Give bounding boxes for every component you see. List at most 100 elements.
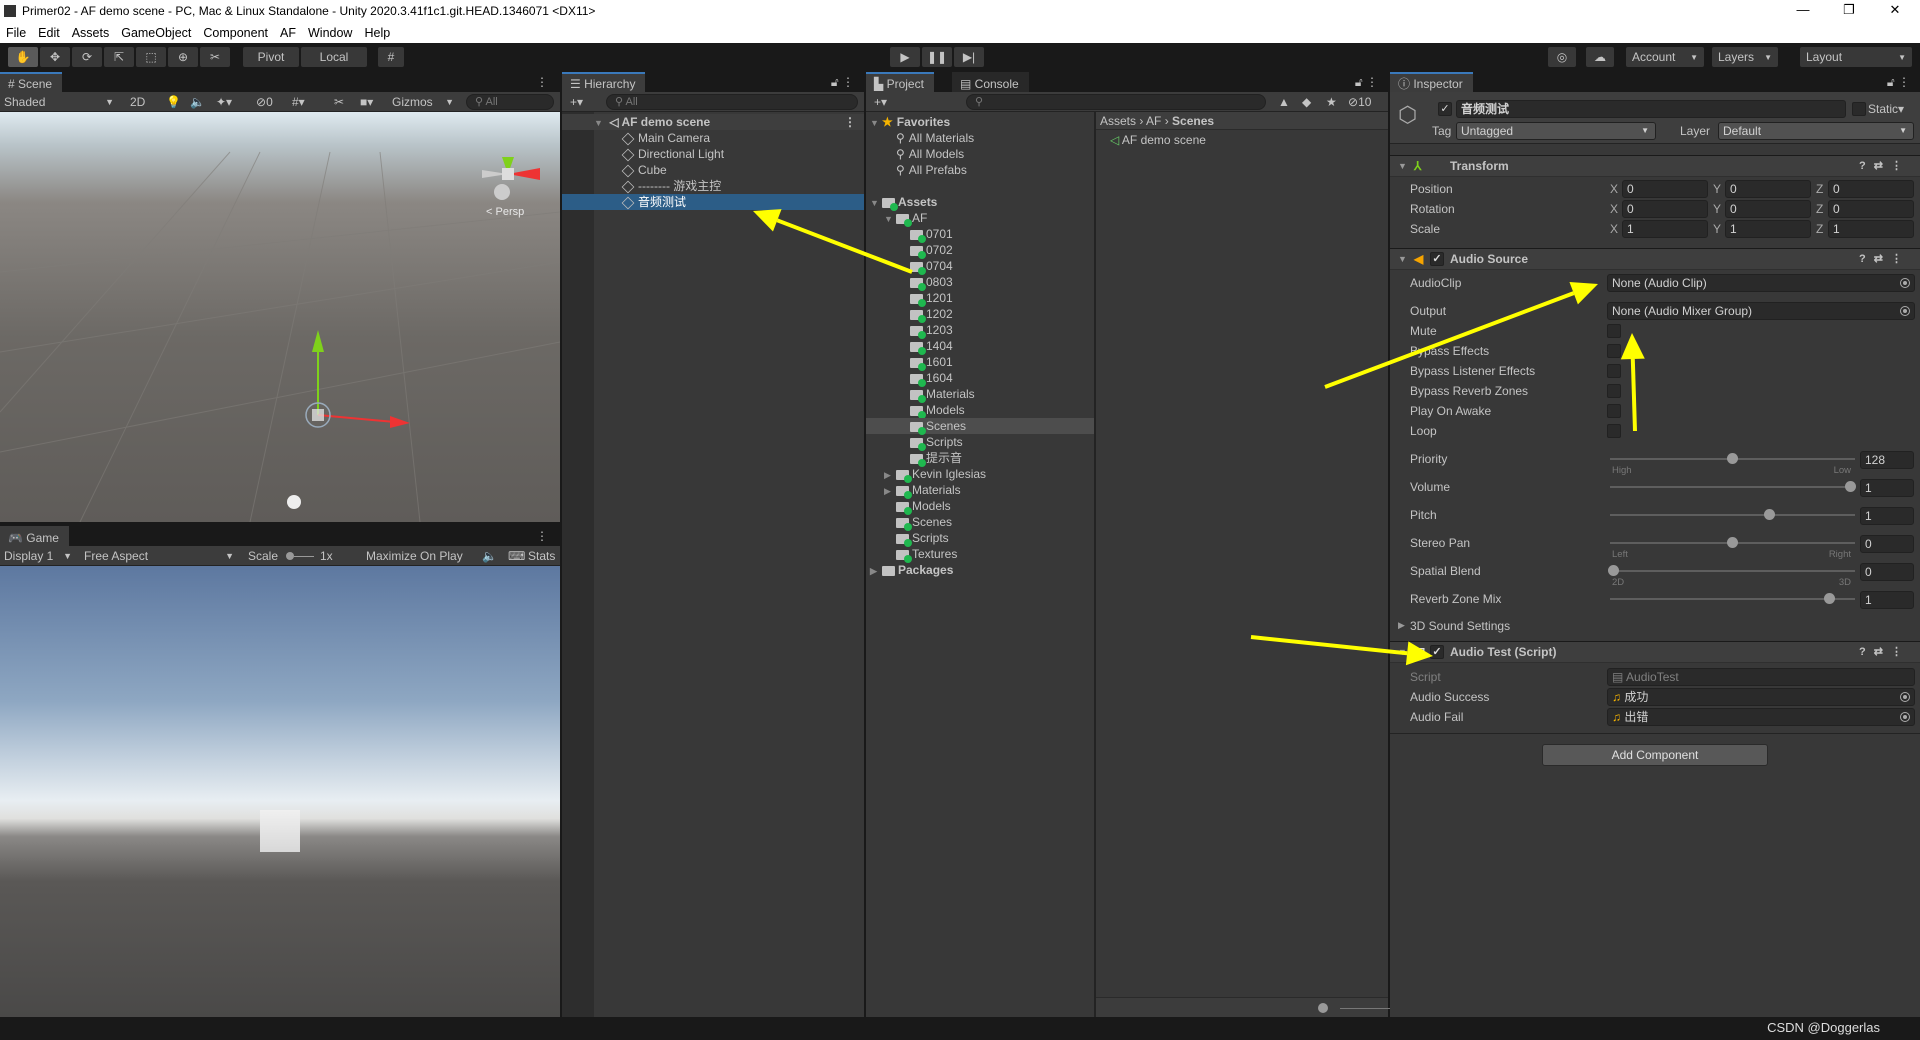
- cloud-icon[interactable]: ☁: [1586, 47, 1614, 67]
- static-checkbox[interactable]: [1852, 102, 1866, 116]
- menu-help[interactable]: Help: [358, 26, 396, 40]
- audio-fail-field[interactable]: ♫ 出错: [1607, 708, 1915, 726]
- transform-x-field[interactable]: 0: [1622, 180, 1708, 198]
- project-tree-item[interactable]: Scenes: [866, 418, 1094, 435]
- audio-source-header[interactable]: ▼ ◀ ✓ Audio Source ?⇄⋮: [1390, 248, 1920, 270]
- transform-y-field[interactable]: 0: [1725, 180, 1811, 198]
- audio-success-field[interactable]: ♫ 成功: [1607, 688, 1915, 706]
- z-axis-label[interactable]: Z: [1816, 182, 1823, 196]
- project-tree-item[interactable]: Textures: [866, 546, 1094, 563]
- slider-value-field[interactable]: 1: [1860, 507, 1914, 525]
- slider-value-field[interactable]: 0: [1860, 535, 1914, 553]
- favorite-star-icon[interactable]: ★: [1322, 93, 1337, 111]
- lock-icon[interactable]: 🔓︎ ⋮: [1887, 75, 1910, 90]
- hand-tool-icon[interactable]: ✋: [8, 47, 38, 67]
- context-menu-icon[interactable]: ⋮: [1891, 160, 1910, 172]
- project-splitter[interactable]: [1094, 112, 1096, 1017]
- y-axis-label[interactable]: Y: [1713, 182, 1721, 196]
- project-tree-item[interactable]: ⚲ All Prefabs: [866, 162, 1094, 178]
- transform-y-field[interactable]: 0: [1725, 200, 1811, 218]
- project-tree-item[interactable]: ⚲ All Materials: [866, 130, 1094, 146]
- slider-value-field[interactable]: 128: [1860, 451, 1914, 469]
- rect-tool-icon[interactable]: ⬚: [136, 47, 166, 67]
- add-component-button[interactable]: Add Component: [1542, 744, 1768, 766]
- help-icon[interactable]: ?: [1859, 160, 1874, 172]
- project-tree-item[interactable]: 0702: [866, 242, 1094, 259]
- toggle-checkbox[interactable]: [1607, 344, 1621, 358]
- project-tree-item[interactable]: 1201: [866, 290, 1094, 307]
- tab-scene[interactable]: # Scene: [0, 72, 63, 92]
- slider-knob[interactable]: [1726, 453, 1738, 464]
- lock-icon[interactable]: 🔓︎ ⋮: [1355, 75, 1378, 90]
- project-tree-item[interactable]: Scripts: [866, 434, 1094, 451]
- active-checkbox[interactable]: ✓: [1438, 102, 1452, 116]
- component-header-icons[interactable]: ?⇄⋮: [1859, 156, 1910, 177]
- foldout-arrow-icon[interactable]: ▶: [884, 467, 896, 483]
- slider-value-field[interactable]: 1: [1860, 591, 1914, 609]
- tag-dropdown[interactable]: Untagged ▼: [1456, 122, 1656, 140]
- x-axis-label[interactable]: X: [1610, 222, 1618, 236]
- rotate-tool-icon[interactable]: ⟳: [72, 47, 102, 67]
- slider-knob[interactable]: [1726, 537, 1738, 548]
- close-button[interactable]: ✕: [1872, 0, 1918, 22]
- menu-assets[interactable]: Assets: [66, 26, 116, 40]
- orientation-gizmo[interactable]: [482, 157, 540, 200]
- audio-icon[interactable]: 🔈: [186, 93, 205, 111]
- gizmos-dropdown[interactable]: Gizmos ▼: [388, 93, 458, 111]
- transform-y-field[interactable]: 1: [1725, 220, 1811, 238]
- foldout-arrow-icon[interactable]: ▶: [1398, 620, 1405, 631]
- z-axis-label[interactable]: Z: [1816, 202, 1823, 216]
- project-tree-item[interactable]: 0704: [866, 258, 1094, 275]
- scene-viewport[interactable]: < Persp: [0, 112, 560, 522]
- slider-value-field[interactable]: 0: [1860, 563, 1914, 581]
- menu-window[interactable]: Window: [302, 26, 358, 40]
- transform-z-field[interactable]: 0: [1828, 200, 1914, 218]
- hierarchy-item[interactable]: Directional Light: [562, 146, 864, 162]
- breadcrumb-scenes[interactable]: Scenes: [1172, 114, 1214, 128]
- play-button[interactable]: ▶: [890, 47, 920, 67]
- slider-knob[interactable]: [1608, 565, 1619, 576]
- toggle-checkbox[interactable]: [1607, 424, 1621, 438]
- persp-label[interactable]: < Persp: [486, 206, 524, 218]
- project-tree-item[interactable]: ▼ Assets: [866, 194, 1094, 211]
- tab-game[interactable]: 🎮 Game: [0, 526, 69, 546]
- filter-label-icon[interactable]: ◆: [1298, 93, 1311, 111]
- audio-test-header[interactable]: ▼ ▤ ✓ Audio Test (Script) ?⇄⋮: [1390, 641, 1920, 663]
- help-icon[interactable]: ?: [1859, 253, 1874, 265]
- layers-dropdown[interactable]: Layers ▼: [1712, 47, 1778, 67]
- object-name-field[interactable]: 音频测试: [1456, 100, 1846, 118]
- slider-knob[interactable]: [1823, 593, 1835, 604]
- move-gizmo[interactable]: [305, 330, 410, 428]
- project-tree-item[interactable]: 1202: [866, 306, 1094, 323]
- step-button[interactable]: ▶|: [954, 47, 984, 67]
- pivot-toggle[interactable]: Pivot: [243, 47, 299, 67]
- panel-menu-icon[interactable]: ⋮: [536, 529, 548, 543]
- scene-root-row[interactable]: ▼ ◁ AF demo scene ⋮: [562, 114, 864, 130]
- slider-track[interactable]: [1610, 570, 1855, 572]
- foldout-arrow-icon[interactable]: ▼: [1398, 249, 1407, 270]
- hidden-objects-icon[interactable]: ⊘0: [252, 93, 273, 111]
- component-header-icons[interactable]: ?⇄⋮: [1859, 642, 1910, 663]
- object-picker-icon[interactable]: [1900, 712, 1910, 722]
- y-axis-label[interactable]: Y: [1713, 202, 1721, 216]
- transform-x-field[interactable]: 0: [1622, 200, 1708, 218]
- project-tree-item[interactable]: 提示音: [866, 450, 1094, 467]
- scene-menu-icon[interactable]: ⋮: [844, 114, 856, 130]
- project-tree-item[interactable]: Models: [866, 402, 1094, 419]
- scene-search-input[interactable]: ⚲ All: [466, 94, 554, 110]
- foldout-arrow-icon[interactable]: ▼: [1398, 156, 1407, 177]
- create-dropdown[interactable]: +▾: [566, 93, 583, 111]
- scale-tool-icon[interactable]: ⇱: [104, 47, 134, 67]
- project-tree-item[interactable]: ▶ Packages: [866, 562, 1094, 578]
- pause-button[interactable]: ❚❚: [922, 47, 952, 67]
- hierarchy-item[interactable]: 音频测试: [562, 194, 864, 210]
- tab-inspector[interactable]: ⓘ Inspector: [1390, 72, 1473, 92]
- slider-value-field[interactable]: 1: [1860, 479, 1914, 497]
- foldout-arrow-icon[interactable]: ▼: [1398, 642, 1407, 663]
- layer-dropdown[interactable]: Default ▼: [1718, 122, 1914, 140]
- object-picker-icon[interactable]: [1900, 278, 1910, 288]
- project-tree-item[interactable]: 1604: [866, 370, 1094, 387]
- x-axis-label[interactable]: X: [1610, 202, 1618, 216]
- project-tree-item[interactable]: 1203: [866, 322, 1094, 339]
- audioclip-field[interactable]: None (Audio Clip): [1607, 274, 1915, 292]
